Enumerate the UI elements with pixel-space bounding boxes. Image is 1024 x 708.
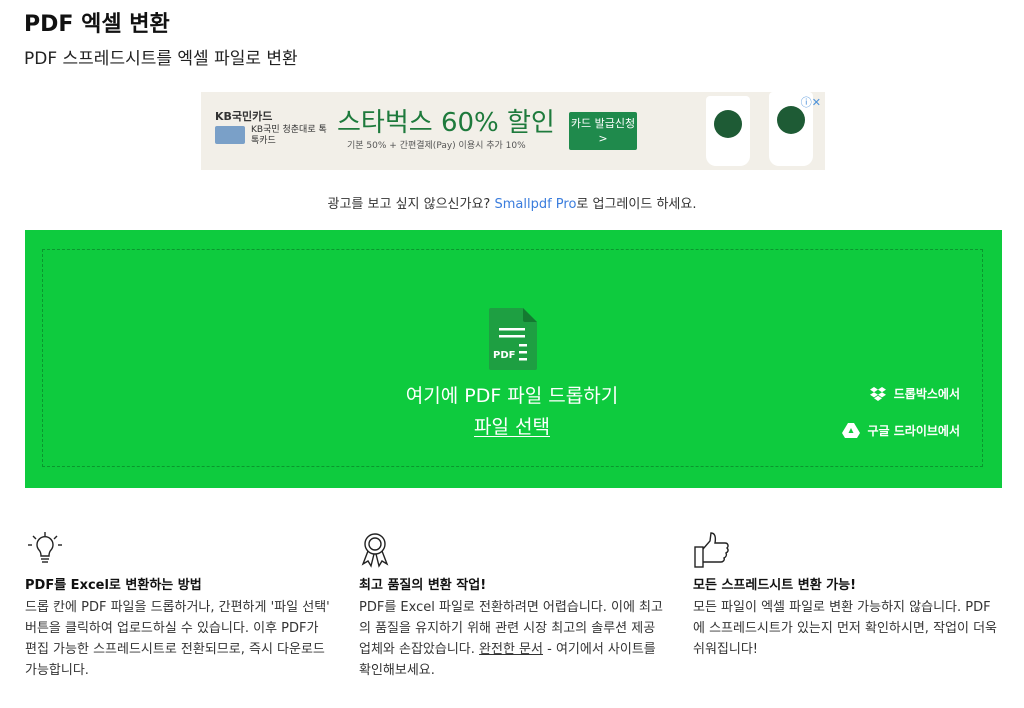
advertisement-banner[interactable]: KB국민카드 KB국민 청춘대로 톡톡카드 스타벅스 60% 할인 기본 50%… [201, 92, 825, 170]
feature-body: 모든 파일이 엑셀 파일로 변환 가능하지 않습니다. PDF에 스프레드시트가… [693, 600, 998, 657]
feature-title: PDF를 Excel로 변환하는 방법 [25, 578, 202, 593]
pdf-file-icon: PDF [489, 308, 537, 370]
upgrade-notice: 광고를 보고 싶지 않으신가요? Smallpdf Pro로 업그레이드 하세요… [0, 193, 1024, 212]
ad-brand-logo: KB국민카드 [215, 110, 273, 123]
upgrade-text-after: 로 업그레이드 하세요. [576, 197, 697, 212]
complete-document-link[interactable]: 완전한 문서 [479, 642, 543, 657]
dropbox-icon [869, 386, 886, 401]
pdf-icon-label: PDF [493, 350, 515, 361]
choose-file-link[interactable]: 파일 선택 [474, 416, 550, 438]
ad-coffee-cup-image [706, 96, 750, 166]
from-dropbox-button[interactable]: 드롭박스에서 [869, 385, 960, 402]
ad-card-image [215, 126, 245, 144]
ad-headline: 스타벅스 60% 할인 [337, 108, 555, 138]
from-google-drive-button[interactable]: 구글 드라이브에서 [841, 422, 961, 439]
google-drive-label: 구글 드라이브에서 [867, 424, 961, 438]
file-dropzone[interactable]: PDF 여기에 PDF 파일 드롭하기 파일 선택 드롭박스에서 구글 드라이브… [25, 230, 1002, 488]
ad-cta-button[interactable]: 카드 발급신청 > [569, 112, 637, 150]
page-title: PDF 엑셀 변환 [24, 12, 170, 37]
upgrade-text-before: 광고를 보고 싶지 않으신가요? [327, 197, 495, 212]
lightbulb-icon [25, 530, 330, 570]
smallpdf-pro-link[interactable]: Smallpdf Pro [494, 197, 576, 212]
thumbs-up-icon [693, 530, 998, 570]
feature-quality: 최고 품질의 변환 작업! PDF를 Excel 파일로 전환하려면 어렵습니다… [359, 530, 664, 681]
google-drive-icon [841, 423, 860, 438]
award-ribbon-icon [359, 530, 664, 570]
feature-how-to: PDF를 Excel로 변환하는 방법 드롭 칸에 PDF 파일을 드롭하거나,… [25, 530, 330, 681]
ad-small-text: 기본 50% + 간편결제(Pay) 이용시 추가 10% [347, 141, 526, 151]
feature-all-spreadsheets: 모든 스프레드시트 변환 가능! 모든 파일이 엑셀 파일로 변환 가능하지 않… [693, 530, 998, 660]
feature-body: PDF를 Excel 파일로 전환하려면 어렵습니다. 이에 최고의 품질을 유… [359, 597, 664, 681]
feature-body: 드롭 칸에 PDF 파일을 드롭하거나, 간편하게 '파일 선택' 버튼을 클릭… [25, 600, 330, 678]
feature-title: 최고 품질의 변환 작업! [359, 578, 487, 593]
dropbox-label: 드롭박스에서 [893, 387, 960, 401]
feature-title: 모든 스프레드시트 변환 가능! [693, 578, 857, 593]
ad-card-text: KB국민 청춘대로 톡톡카드 [251, 125, 327, 146]
page-subtitle: PDF 스프레드시트를 엑셀 파일로 변환 [24, 49, 298, 69]
adchoices-close-icon[interactable]: ⓘ✕ [801, 94, 821, 110]
